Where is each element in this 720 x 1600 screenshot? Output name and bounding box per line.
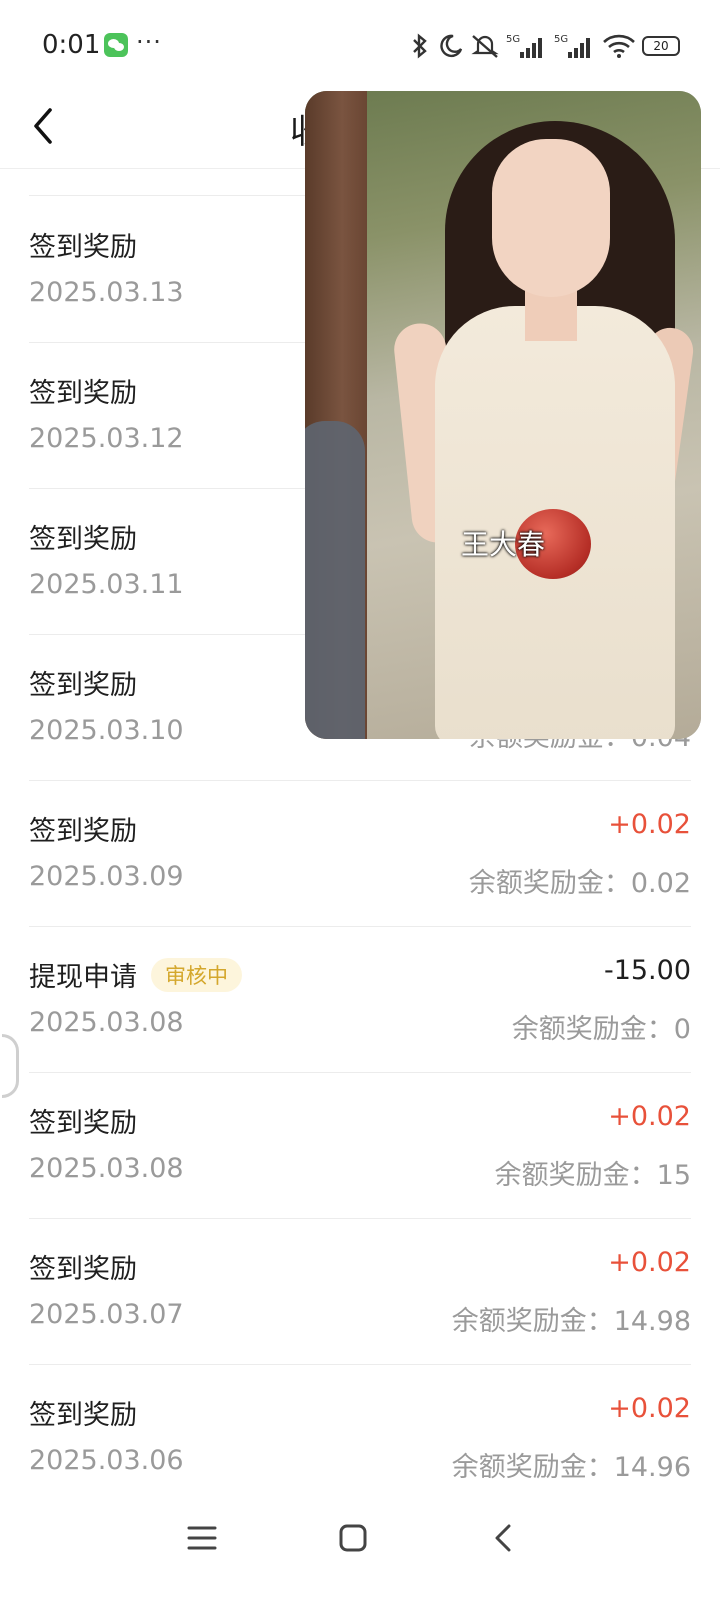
status-icons: 5G 5G 20: [408, 30, 680, 62]
record-title: 签到奖励: [29, 816, 137, 847]
svg-text:5G: 5G: [506, 34, 520, 45]
status-bar: 0:01 ··· 5G 5G 20: [0, 0, 720, 90]
back-button[interactable]: [18, 98, 74, 154]
record-title: 签到奖励: [29, 232, 137, 263]
back-icon: [495, 1524, 511, 1552]
record-amount: -15.00: [603, 955, 691, 986]
record-title: 签到奖励: [29, 1108, 137, 1139]
record-title-text: 提现申请: [29, 962, 137, 993]
list-item[interactable]: 签到奖励 2025.03.06 +0.02 余额奖励金：14.96: [29, 1363, 691, 1510]
list-item[interactable]: 签到奖励 2025.03.07 +0.02 余额奖励金：14.98: [29, 1217, 691, 1365]
wifi-icon: [603, 34, 635, 58]
record-date: 2025.03.08: [29, 1007, 184, 1038]
record-balance: 余额奖励金：14.98: [451, 1306, 691, 1337]
record-title: 签到奖励: [29, 1254, 137, 1285]
record-date: 2025.03.13: [29, 277, 184, 308]
list-item[interactable]: 签到奖励 2025.03.09 +0.02 余额奖励金：0.02: [29, 779, 691, 927]
record-title-withdraw: 提现申请 审核中: [29, 955, 242, 994]
wechat-icon: [104, 33, 128, 57]
signal-5g-icon: 5G: [506, 34, 542, 58]
bluetooth-icon: [413, 33, 427, 59]
home-button[interactable]: [323, 1508, 383, 1568]
signal-5g-icon: 5G: [554, 34, 590, 58]
record-balance: 余额奖励金：0.02: [468, 868, 691, 899]
record-balance: 余额奖励金：14.96: [451, 1452, 691, 1483]
home-icon: [339, 1524, 367, 1552]
list-item[interactable]: 提现申请 审核中 2025.03.08 -15.00 余额奖励金：0: [29, 925, 691, 1073]
more-notifications-icon: ···: [136, 28, 162, 56]
mute-icon: [471, 35, 499, 58]
record-title: 签到奖励: [29, 670, 137, 701]
record-date: 2025.03.08: [29, 1153, 184, 1184]
navigation-bar: [0, 1490, 720, 1600]
record-title: 签到奖励: [29, 378, 137, 409]
record-date: 2025.03.06: [29, 1445, 184, 1476]
status-time: 0:01: [42, 30, 101, 60]
menu-icon: [187, 1526, 217, 1550]
moon-icon: [440, 34, 463, 58]
nav-back-button[interactable]: [474, 1508, 534, 1568]
record-amount: +0.02: [608, 1101, 691, 1132]
recent-apps-button[interactable]: [172, 1508, 232, 1568]
edge-swipe-handle[interactable]: [2, 1034, 19, 1098]
list-item[interactable]: 签到奖励 2025.03.08 +0.02 余额奖励金：15: [29, 1071, 691, 1219]
record-amount: +0.02: [608, 809, 691, 840]
record-amount: +0.02: [608, 1247, 691, 1278]
record-amount: +0.02: [608, 1393, 691, 1424]
video-foreground: [305, 421, 365, 739]
video-subtitle: 王大春: [460, 528, 545, 561]
record-date: 2025.03.07: [29, 1299, 184, 1330]
record-title: 签到奖励: [29, 1400, 137, 1431]
record-date: 2025.03.12: [29, 423, 184, 454]
status-badge: 审核中: [151, 958, 242, 992]
record-date: 2025.03.10: [29, 715, 184, 746]
svg-text:5G: 5G: [554, 34, 568, 45]
record-balance: 余额奖励金：15: [494, 1160, 691, 1191]
video-person-face: [492, 139, 610, 297]
record-balance: 余额奖励金：0: [511, 1014, 691, 1045]
floating-video-window[interactable]: 王大春: [305, 91, 701, 739]
record-title: 签到奖励: [29, 524, 137, 555]
battery-icon: 20: [642, 36, 680, 56]
chevron-left-icon: [34, 108, 52, 144]
record-date: 2025.03.09: [29, 861, 184, 892]
record-date: 2025.03.11: [29, 569, 184, 600]
